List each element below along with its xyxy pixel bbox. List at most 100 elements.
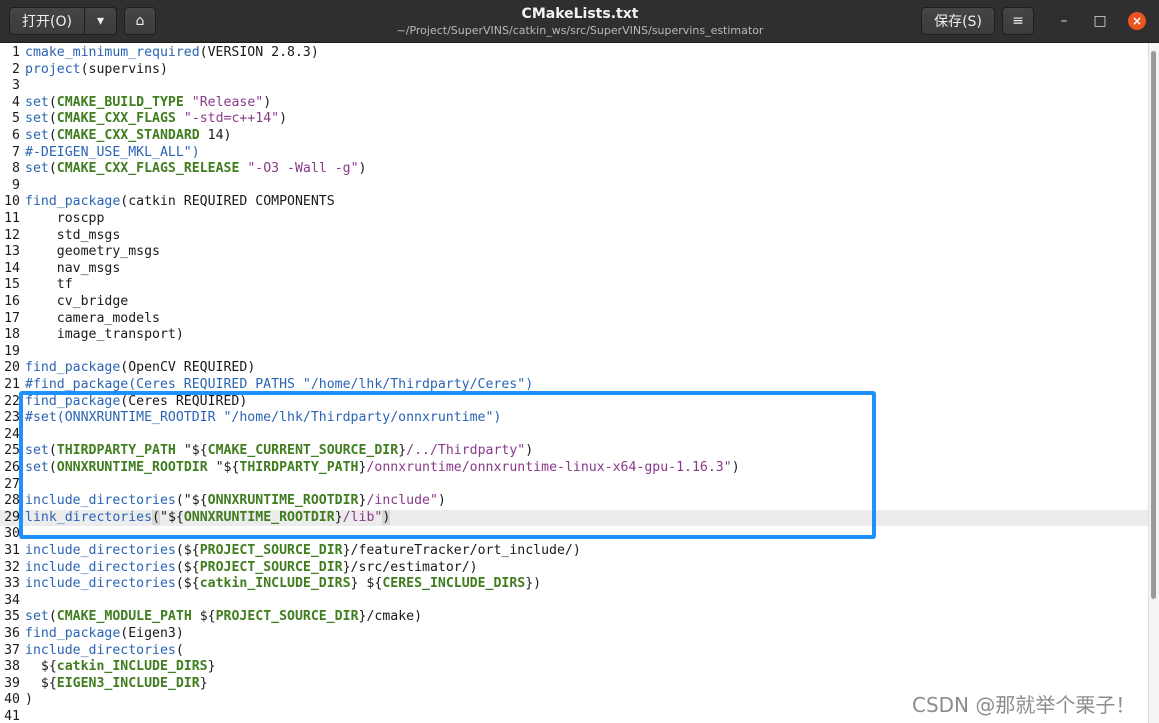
new-document-button[interactable]: ⌂ xyxy=(124,7,156,35)
code-text[interactable]: set(CMAKE_CXX_STANDARD 14) xyxy=(25,128,231,145)
code-text[interactable]: find_package(Ceres REQUIRED) xyxy=(25,394,247,411)
line-number: 10 xyxy=(4,194,20,210)
line-number: 36 xyxy=(4,626,20,641)
line-number: 21 xyxy=(4,377,20,392)
code-line[interactable]: 9 xyxy=(0,178,1148,195)
line-number: 17 xyxy=(4,310,20,326)
code-line[interactable]: 33 include_directories(${catkin_INCLUDE_D… xyxy=(0,576,1148,593)
code-line[interactable]: 27 xyxy=(0,477,1148,494)
code-text[interactable]: set(CMAKE_CXX_FLAGS_RELEASE "-O3 -Wall -… xyxy=(25,161,366,178)
code-text[interactable]: #-DEIGEN_USE_MKL_ALL") xyxy=(25,145,200,162)
code-text[interactable]: cmake_minimum_required(VERSION 2.8.3) xyxy=(25,45,319,62)
code-text[interactable]: link_directories("${ONNXRUNTIME_ROOTDIR}… xyxy=(25,509,391,527)
code-line[interactable]: 22 find_package(Ceres REQUIRED) xyxy=(0,394,1148,411)
code-line[interactable]: 34 xyxy=(0,593,1148,610)
code-line[interactable]: 20 find_package(OpenCV REQUIRED) xyxy=(0,360,1148,377)
code-line[interactable]: 2 project(supervins) xyxy=(0,62,1148,79)
line-number: 5 xyxy=(12,111,20,127)
code-text[interactable]: find_package(catkin REQUIRED COMPONENTS xyxy=(25,194,335,211)
code-text[interactable]: include_directories("${ONNXRUNTIME_ROOTD… xyxy=(25,493,446,510)
code-line[interactable]: 10 find_package(catkin REQUIRED COMPONENT… xyxy=(0,194,1148,211)
code-text[interactable]: ${catkin_INCLUDE_DIRS} xyxy=(25,659,216,676)
scrollbar-thumb[interactable] xyxy=(1151,51,1156,599)
code-text[interactable]: geometry_msgs xyxy=(25,244,160,261)
code-line[interactable]: 24 xyxy=(0,427,1148,444)
code-text[interactable]: set(THIRDPARTY_PATH "${CMAKE_CURRENT_SOU… xyxy=(25,443,533,460)
code-text[interactable]: set(ONNXRUNTIME_ROOTDIR "${THIRDPARTY_PA… xyxy=(25,460,740,477)
code-text[interactable]: #set(ONNXRUNTIME_ROOTDIR "/home/lhk/Thir… xyxy=(25,410,501,427)
code-text[interactable]: camera_models xyxy=(25,311,160,328)
code-line[interactable]: 16 cv_bridge xyxy=(0,294,1148,311)
code-line[interactable]: 14 nav_msgs xyxy=(0,261,1148,278)
code-text[interactable]: #find_package(Ceres REQUIRED PATHS "/hom… xyxy=(25,377,533,394)
code-line[interactable]: 32 include_directories(${PROJECT_SOURCE_D… xyxy=(0,560,1148,577)
line-number: 14 xyxy=(4,260,20,276)
code-line[interactable]: 38 ${catkin_INCLUDE_DIRS} xyxy=(0,659,1148,676)
code-line[interactable]: 7 #-DEIGEN_USE_MKL_ALL") xyxy=(0,145,1148,162)
minimize-button[interactable]: – xyxy=(1055,12,1073,30)
code-line[interactable]: 19 xyxy=(0,344,1148,361)
code-text[interactable]: project(supervins) xyxy=(25,62,168,79)
maximize-button[interactable]: □ xyxy=(1091,12,1109,30)
code-line[interactable]: 35 set(CMAKE_MODULE_PATH ${PROJECT_SOURCE… xyxy=(0,609,1148,626)
line-number: 6 xyxy=(12,128,20,143)
code-line[interactable]: 26 set(ONNXRUNTIME_ROOTDIR "${THIRDPARTY_… xyxy=(0,460,1148,477)
vertical-scrollbar[interactable] xyxy=(1148,43,1159,723)
code-line[interactable]: 36 find_package(Eigen3) xyxy=(0,626,1148,643)
code-line[interactable]: 8 set(CMAKE_CXX_FLAGS_RELEASE "-O3 -Wall … xyxy=(0,161,1148,178)
hamburger-menu-button[interactable]: ≡ xyxy=(1002,7,1034,35)
code-text[interactable]: set(CMAKE_CXX_FLAGS "-std=c++14") xyxy=(25,111,287,128)
code-line[interactable]: 31 include_directories(${PROJECT_SOURCE_D… xyxy=(0,543,1148,560)
line-number: 33 xyxy=(4,576,20,592)
code-text[interactable]: set(CMAKE_BUILD_TYPE "Release") xyxy=(25,95,271,112)
code-line[interactable]: 23 #set(ONNXRUNTIME_ROOTDIR "/home/lhk/Th… xyxy=(0,410,1148,427)
line-number: 30 xyxy=(4,526,20,542)
close-button[interactable]: × xyxy=(1128,12,1146,30)
code-line[interactable]: 18 image_transport) xyxy=(0,327,1148,344)
open-dropdown-button[interactable]: ▾ xyxy=(84,7,117,35)
code-editor[interactable]: 1 cmake_minimum_required(VERSION 2.8.3) 2 p… xyxy=(0,43,1148,723)
code-text[interactable]: std_msgs xyxy=(25,228,121,245)
code-text[interactable]: cv_bridge xyxy=(25,294,128,311)
code-text[interactable]: ) xyxy=(25,692,33,709)
code-line[interactable]: 11 roscpp xyxy=(0,211,1148,228)
code-line[interactable]: 6 set(CMAKE_CXX_STANDARD 14) xyxy=(0,128,1148,145)
code-text[interactable]: include_directories( xyxy=(25,643,184,660)
code-text[interactable]: image_transport) xyxy=(25,327,184,344)
code-text[interactable]: include_directories(${PROJECT_SOURCE_DIR… xyxy=(25,543,581,560)
code-line[interactable]: 21 #find_package(Ceres REQUIRED PATHS "/h… xyxy=(0,377,1148,394)
code-text[interactable]: ${EIGEN3_INCLUDE_DIR} xyxy=(25,676,208,693)
code-line[interactable]: 13 geometry_msgs xyxy=(0,244,1148,261)
code-text[interactable]: find_package(Eigen3) xyxy=(25,626,184,643)
line-number: 22 xyxy=(4,393,20,409)
maximize-icon: □ xyxy=(1093,13,1107,29)
file-path: ~/Project/SuperVINS/catkin_ws/src/SuperV… xyxy=(396,24,764,37)
code-text[interactable]: include_directories(${PROJECT_SOURCE_DIR… xyxy=(25,560,478,577)
line-number: 27 xyxy=(4,476,20,492)
line-number: 1 xyxy=(12,45,20,60)
code-line[interactable]: 5 set(CMAKE_CXX_FLAGS "-std=c++14") xyxy=(0,111,1148,128)
code-line[interactable]: 4 set(CMAKE_BUILD_TYPE "Release") xyxy=(0,95,1148,112)
code-line[interactable]: 15 tf xyxy=(0,277,1148,294)
code-text[interactable]: roscpp xyxy=(25,211,105,228)
code-line[interactable]: 29 link_directories("${ONNXRUNTIME_ROOTDI… xyxy=(0,509,1148,527)
window-title-area: CMakeLists.txt ~/Project/SuperVINS/catki… xyxy=(300,5,860,38)
code-line[interactable]: 3 xyxy=(0,78,1148,95)
code-line[interactable]: 28 include_directories("${ONNXRUNTIME_ROO… xyxy=(0,493,1148,510)
code-line[interactable]: 37 include_directories( xyxy=(0,643,1148,660)
code-line[interactable]: 1 cmake_minimum_required(VERSION 2.8.3) xyxy=(0,45,1148,62)
code-line[interactable]: 17 camera_models xyxy=(0,311,1148,328)
open-button[interactable]: 打开(O) xyxy=(9,7,85,35)
code-line[interactable]: 12 std_msgs xyxy=(0,228,1148,245)
code-text[interactable]: set(CMAKE_MODULE_PATH ${PROJECT_SOURCE_D… xyxy=(25,609,422,626)
code-text[interactable]: nav_msgs xyxy=(25,261,121,278)
code-text[interactable]: tf xyxy=(25,277,73,294)
code-line[interactable]: 25 set(THIRDPARTY_PATH "${CMAKE_CURRENT_S… xyxy=(0,443,1148,460)
line-number: 8 xyxy=(12,161,20,177)
code-text[interactable]: find_package(OpenCV REQUIRED) xyxy=(25,360,255,377)
line-number: 20 xyxy=(4,360,20,376)
line-number: 23 xyxy=(4,410,20,426)
save-button[interactable]: 保存(S) xyxy=(921,7,995,35)
code-text[interactable]: include_directories(${catkin_INCLUDE_DIR… xyxy=(25,576,541,593)
code-line[interactable]: 30 xyxy=(0,526,1148,543)
